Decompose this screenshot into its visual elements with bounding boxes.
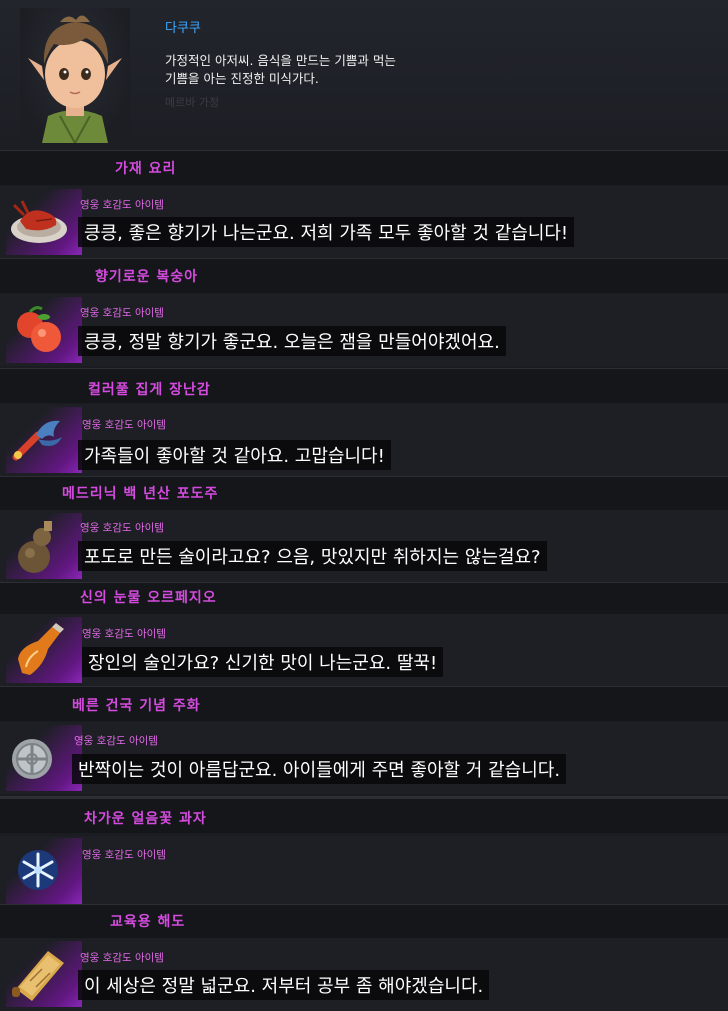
item-row[interactable]: 영웅 호감도 아이템 킁킁, 정말 향기가 좋군요. 오늘은 잼을 만들어야겠어… [0,294,728,366]
item-title: 차가운 얼음꽃 과자 [84,811,207,827]
item-title: 신의 눈물 오르페지오 [80,590,217,606]
favor-label: 영웅 호감도 아이템 [74,735,158,747]
snowflake-cookie-icon [6,838,82,904]
dialogue-text: 이 세상은 정말 넓군요. 저부터 공부 좀 해야겠습니다. [78,970,490,1000]
favor-label: 영웅 호감도 아이템 [80,522,164,534]
favor-label: 영웅 호감도 아이템 [82,849,166,861]
item-title: 메드리닉 백 년산 포도주 [62,486,219,502]
dialogue-text: 킁킁, 정말 향기가 좋군요. 오늘은 잼을 만들어야겠어요. [78,326,506,356]
item-title: 가재 요리 [115,161,177,177]
wine-gourd-icon [6,513,82,579]
item-row[interactable]: 영웅 호감도 아이템 포도로 만든 술이라고요? 으음, 맛있지만 취하지는 않… [0,510,728,582]
item-row[interactable]: 영웅 호감도 아이템 이 세상은 정말 넓군요. 저부터 공부 좀 해야겠습니다… [0,938,728,1011]
silver-coin-icon [6,725,82,791]
favor-label: 영웅 호감도 아이템 [80,199,164,211]
item-title: 컬러풀 집게 장난감 [88,382,211,398]
dialogue-text: 반짝이는 것이 아름답군요. 아이들에게 주면 좋아할 거 같습니다. [72,754,567,784]
item-row[interactable]: 영웅 호감도 아이템 장인의 술인가요? 신기한 맛이 나는군요. 딸꾹! [0,614,728,686]
item-row[interactable]: 영웅 호감도 아이템 가족들이 좋아할 것 같아요. 고맙습니다! [0,404,728,476]
item-title: 교육용 해도 [110,914,186,930]
item-row[interactable]: 영웅 호감도 아이템 킁킁, 좋은 향기가 나는군요. 저희 가족 모두 좋아할… [0,186,728,258]
npc-name: 다쿠쿠 [165,21,201,36]
dialogue-text: 장인의 술인가요? 신기한 맛이 나는군요. 딸꾹! [82,647,444,677]
dialogue-text: 킁킁, 좋은 향기가 나는군요. 저희 가족 모두 좋아할 것 같습니다! [78,217,575,247]
item-title-bar [0,150,728,185]
npc-header: 다쿠쿠 가정적인 아저씨. 음식을 만드는 기쁨과 먹는 기쁨을 아는 진정한 … [0,0,728,150]
sea-chart-icon [6,941,82,1007]
claw-toy-icon [6,407,82,473]
favor-label: 영웅 호감도 아이템 [82,419,166,431]
item-row[interactable]: 영웅 호감도 아이템 [0,836,728,904]
peach-icon [6,297,82,363]
liquor-bottle-icon [6,617,82,683]
favor-label: 영웅 호감도 아이템 [80,952,164,964]
favor-label: 영웅 호감도 아이템 [80,307,164,319]
npc-faded-text: 메르바 가정 [165,96,220,109]
favor-label: 영웅 호감도 아이템 [82,628,166,640]
item-title: 향기로운 복숭아 [95,269,199,285]
item-row[interactable]: 영웅 호감도 아이템 반짝이는 것이 아름답군요. 아이들에게 주면 좋아할 거… [0,722,728,794]
crayfish-dish-icon [6,189,82,255]
dialogue-text: 가족들이 좋아할 것 같아요. 고맙습니다! [78,440,391,470]
npc-portrait [20,8,130,146]
dialogue-text: 포도로 만든 술이라고요? 으음, 맛있지만 취하지는 않는걸요? [78,541,547,571]
item-title: 베른 건국 기념 주화 [72,698,201,714]
npc-description: 가정적인 아저씨. 음식을 만드는 기쁨과 먹는 기쁨을 아는 진정한 미식가다… [165,53,396,86]
